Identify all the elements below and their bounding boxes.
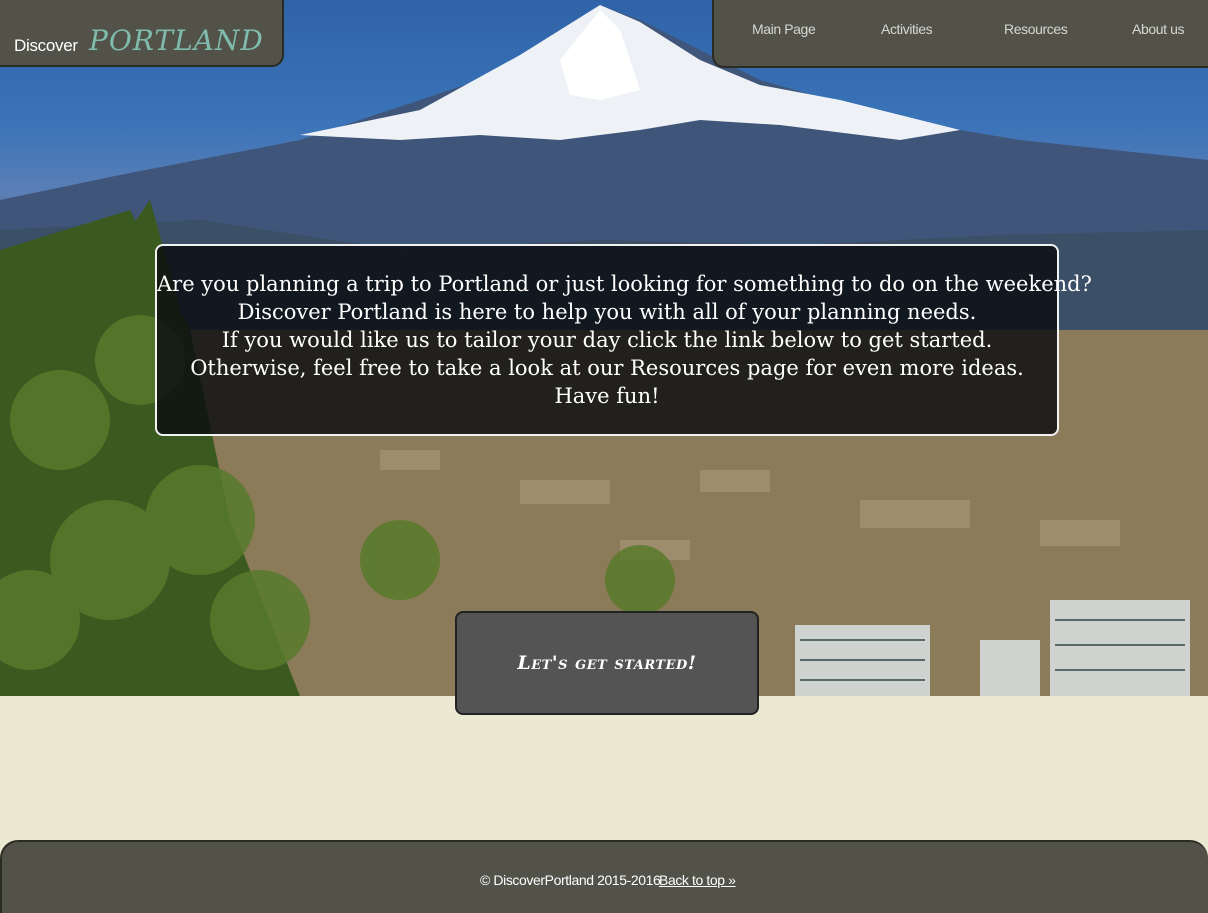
intro-line: Are you planning a trip to Portland or j…	[157, 272, 1092, 296]
nav-resources-link[interactable]: Resources	[1004, 21, 1068, 37]
intro-line: Discover Portland is here to help you wi…	[237, 300, 977, 324]
intro-line: Otherwise, feel free to take a look at o…	[190, 356, 1024, 380]
brand-logo[interactable]: Discover PORTLAND	[0, 0, 284, 67]
copyright-text: © DiscoverPortland 2015-2016	[480, 872, 661, 888]
main-nav: Main Page Activities Resources About us	[712, 0, 1208, 68]
nav-activities-link[interactable]: Activities	[881, 21, 933, 37]
intro-line: Have fun!	[554, 384, 660, 408]
brand-prefix: Discover	[14, 36, 78, 55]
page-footer: © DiscoverPortland 2015-2016 Back to top…	[0, 840, 1208, 913]
intro-message-box: Are you planning a trip to Portland or j…	[155, 244, 1092, 436]
back-to-top-link[interactable]: Back to top »	[659, 872, 736, 888]
nav-about-us-link[interactable]: About us	[1132, 21, 1184, 37]
get-started-button[interactable]: Let's get started!	[455, 611, 759, 715]
intro-line: If you would like us to tailor your day …	[221, 328, 993, 352]
nav-main-page-link[interactable]: Main Page	[752, 21, 816, 37]
brand-name: PORTLAND	[89, 24, 264, 57]
